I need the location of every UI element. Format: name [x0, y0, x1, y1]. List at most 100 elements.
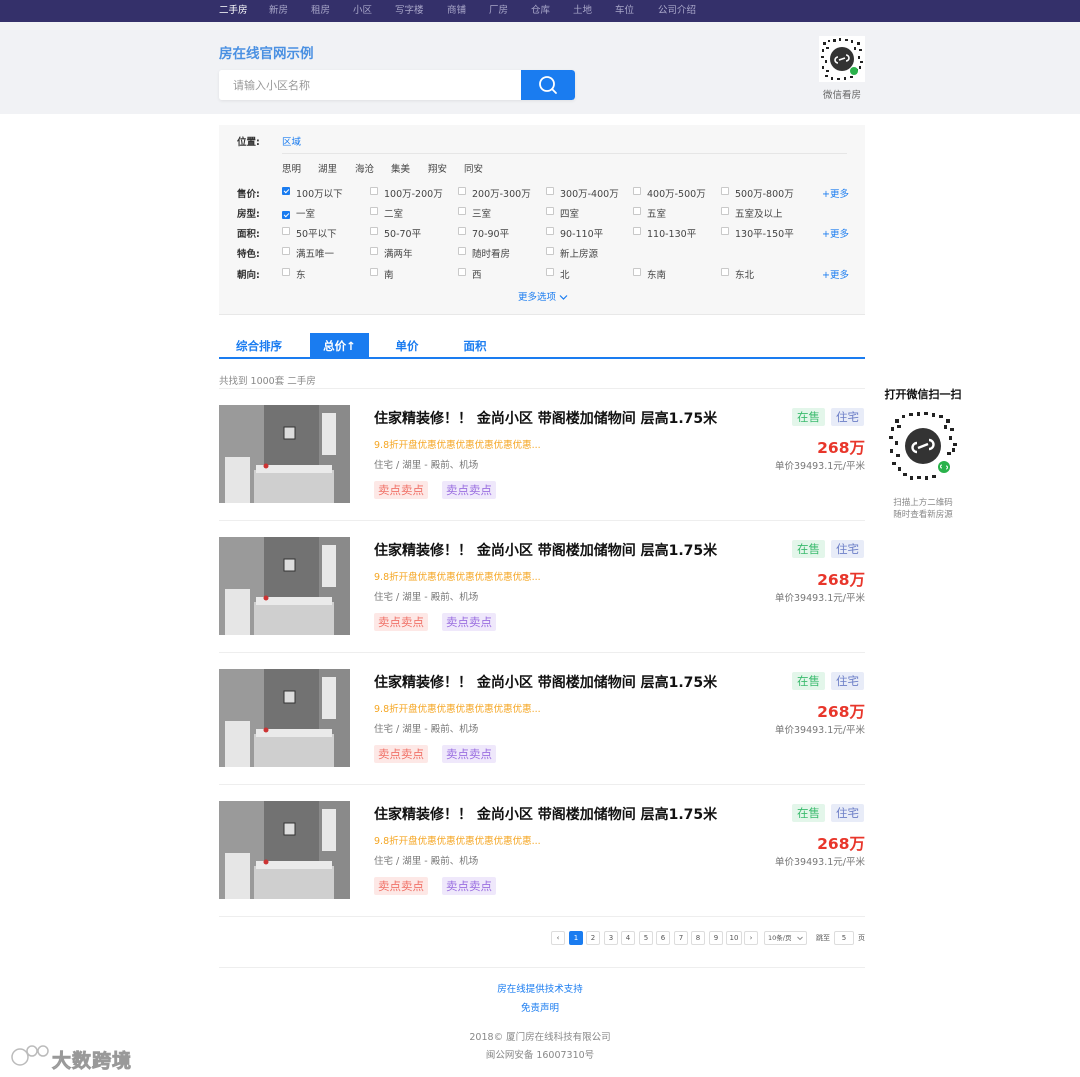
layout-option-2[interactable]: 三室	[472, 206, 491, 220]
listing-photo[interactable]	[219, 669, 350, 767]
layout-checkbox-0[interactable]	[282, 211, 290, 219]
price-checkbox-2[interactable]	[458, 187, 466, 195]
layout-option-0[interactable]: 一室	[296, 206, 315, 220]
district-xiangan[interactable]: 翔安	[428, 161, 447, 175]
nav-item-rent[interactable]: 租房	[311, 5, 330, 17]
district-jimei[interactable]: 集美	[391, 161, 410, 175]
listing-card[interactable]: 住家精装修！！ 金尚小区 带阁楼加储物间 层高1.75米 9.8折开盘优惠优惠优…	[219, 785, 865, 917]
price-option-0[interactable]: 100万以下	[296, 186, 343, 200]
prev-page-button[interactable]: ‹	[551, 931, 565, 945]
area-more-link[interactable]: +更多	[822, 226, 849, 240]
orientation-checkbox-4[interactable]	[633, 268, 641, 276]
price-option-5[interactable]: 500万-800万	[735, 186, 794, 200]
area-checkbox-0[interactable]	[282, 227, 290, 235]
feature-option-2[interactable]: 随时看房	[472, 246, 510, 260]
sort-tab-area[interactable]: 面积	[450, 333, 500, 359]
district-huli[interactable]: 湖里	[318, 161, 337, 175]
price-checkbox-5[interactable]	[721, 187, 729, 195]
area-option-5[interactable]: 130平-150平	[735, 226, 794, 240]
nav-item-land[interactable]: 土地	[573, 5, 592, 17]
page-button-5[interactable]: 5	[639, 931, 653, 945]
district-siming[interactable]: 思明	[282, 161, 301, 175]
district-haicang[interactable]: 海沧	[355, 161, 374, 175]
area-option-0[interactable]: 50平以下	[296, 226, 337, 240]
nav-item-secondhand[interactable]: 二手房	[219, 5, 248, 17]
page-button-4[interactable]: 4	[621, 931, 635, 945]
area-option-1[interactable]: 50-70平	[384, 226, 421, 240]
orientation-checkbox-1[interactable]	[370, 268, 378, 276]
price-option-4[interactable]: 400万-500万	[647, 186, 706, 200]
page-size-select[interactable]: 10条/页	[764, 931, 807, 945]
nav-item-warehouse[interactable]: 仓库	[531, 5, 550, 17]
listing-photo[interactable]	[219, 405, 350, 503]
layout-option-3[interactable]: 四室	[560, 206, 579, 220]
area-checkbox-3[interactable]	[546, 227, 554, 235]
orientation-checkbox-3[interactable]	[546, 268, 554, 276]
feature-checkbox-2[interactable]	[458, 247, 466, 255]
area-checkbox-5[interactable]	[721, 227, 729, 235]
orientation-checkbox-2[interactable]	[458, 268, 466, 276]
feature-checkbox-0[interactable]	[282, 247, 290, 255]
jump-input[interactable]: 5	[834, 931, 854, 945]
feature-option-1[interactable]: 满两年	[384, 246, 413, 260]
orientation-more-link[interactable]: +更多	[822, 267, 849, 281]
nav-item-community[interactable]: 小区	[353, 5, 372, 17]
orientation-option-3[interactable]: 北	[560, 267, 570, 281]
orientation-checkbox-0[interactable]	[282, 268, 290, 276]
price-option-3[interactable]: 300万-400万	[560, 186, 619, 200]
price-option-1[interactable]: 100万-200万	[384, 186, 443, 200]
price-checkbox-3[interactable]	[546, 187, 554, 195]
nav-item-parking[interactable]: 车位	[615, 5, 634, 17]
tech-support-link[interactable]: 房在线提供技术支持	[0, 981, 1080, 995]
nav-item-office[interactable]: 写字楼	[395, 5, 424, 17]
listing-photo[interactable]	[219, 537, 350, 635]
orientation-option-5[interactable]: 东北	[735, 267, 754, 281]
nav-item-shop[interactable]: 商铺	[447, 5, 466, 17]
sort-tab-total-price[interactable]: 总价↑	[310, 333, 369, 359]
layout-checkbox-4[interactable]	[633, 207, 641, 215]
price-checkbox-1[interactable]	[370, 187, 378, 195]
orientation-option-1[interactable]: 南	[384, 267, 394, 281]
orientation-option-2[interactable]: 西	[472, 267, 482, 281]
sort-tab-default[interactable]: 综合排序	[219, 333, 299, 359]
area-checkbox-1[interactable]	[370, 227, 378, 235]
area-checkbox-2[interactable]	[458, 227, 466, 235]
listing-card[interactable]: 住家精装修！！ 金尚小区 带阁楼加储物间 层高1.75米 9.8折开盘优惠优惠优…	[219, 521, 865, 653]
disclaimer-link[interactable]: 免责声明	[0, 1000, 1080, 1014]
orientation-option-0[interactable]: 东	[296, 267, 306, 281]
next-page-button[interactable]: ›	[744, 931, 758, 945]
price-checkbox-0[interactable]	[282, 187, 290, 195]
feature-option-3[interactable]: 新上房源	[560, 246, 598, 260]
orientation-checkbox-5[interactable]	[721, 268, 729, 276]
page-button-9[interactable]: 9	[709, 931, 723, 945]
feature-option-0[interactable]: 满五唯一	[296, 246, 334, 260]
price-checkbox-4[interactable]	[633, 187, 641, 195]
nav-item-factory[interactable]: 厂房	[489, 5, 508, 17]
listing-card[interactable]: 住家精装修！！ 金尚小区 带阁楼加储物间 层高1.75米 9.8折开盘优惠优惠优…	[219, 653, 865, 785]
area-checkbox-4[interactable]	[633, 227, 641, 235]
nav-item-about[interactable]: 公司介绍	[658, 5, 696, 17]
search-input[interactable]	[219, 70, 521, 100]
page-button-6[interactable]: 6	[656, 931, 670, 945]
page-button-3[interactable]: 3	[604, 931, 618, 945]
listing-title[interactable]: 住家精装修！！ 金尚小区 带阁楼加储物间 层高1.75米	[374, 804, 717, 824]
district-tongan[interactable]: 同安	[464, 161, 483, 175]
site-title[interactable]: 房在线官网示例	[219, 42, 314, 62]
filter-location-mode[interactable]: 区域	[282, 134, 301, 148]
layout-checkbox-3[interactable]	[546, 207, 554, 215]
area-option-4[interactable]: 110-130平	[647, 226, 696, 240]
price-option-2[interactable]: 200万-300万	[472, 186, 531, 200]
page-button-8[interactable]: 8	[691, 931, 705, 945]
layout-option-1[interactable]: 二室	[384, 206, 403, 220]
feature-checkbox-3[interactable]	[546, 247, 554, 255]
sort-tab-unit-price[interactable]: 单价	[382, 333, 432, 359]
listing-title[interactable]: 住家精装修！！ 金尚小区 带阁楼加储物间 层高1.75米	[374, 408, 717, 428]
page-button-2[interactable]: 2	[586, 931, 600, 945]
listing-title[interactable]: 住家精装修！！ 金尚小区 带阁楼加储物间 层高1.75米	[374, 672, 717, 692]
area-option-3[interactable]: 90-110平	[560, 226, 603, 240]
page-button-1[interactable]: 1	[569, 931, 583, 945]
layout-checkbox-5[interactable]	[721, 207, 729, 215]
search-button[interactable]	[521, 70, 575, 100]
nav-item-new[interactable]: 新房	[269, 5, 288, 17]
listing-title[interactable]: 住家精装修！！ 金尚小区 带阁楼加储物间 层高1.75米	[374, 540, 717, 560]
